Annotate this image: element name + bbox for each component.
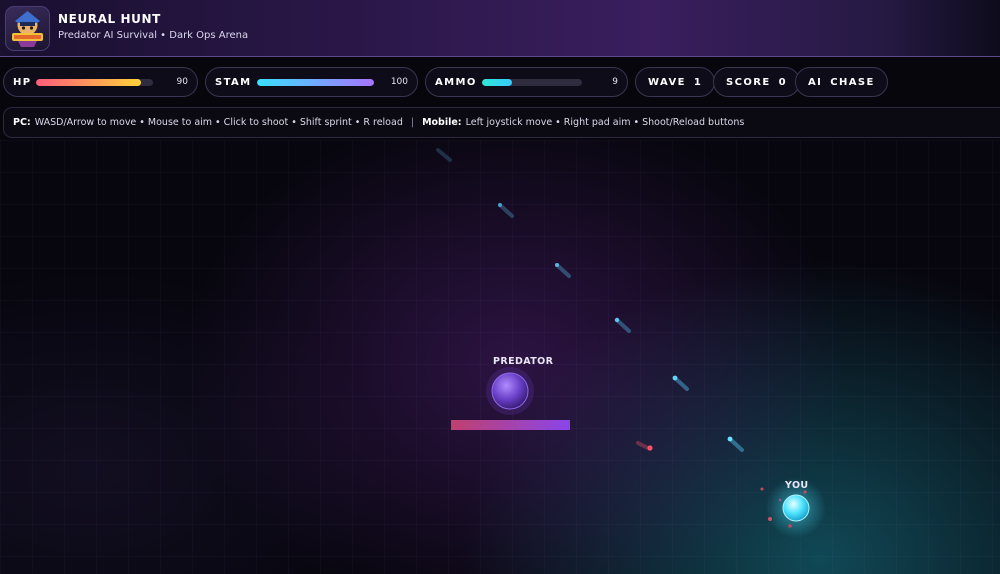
controls-hint: PC: WASD/Arrow to move • Mouse to aim • … bbox=[3, 107, 1000, 138]
predator-enemy bbox=[486, 367, 534, 415]
hp-label: HP bbox=[13, 76, 32, 88]
controls-separator: | bbox=[410, 117, 415, 128]
pc-controls-text: WASD/Arrow to move • Mouse to aim • Clic… bbox=[34, 117, 403, 128]
stamina-label: STAM bbox=[215, 76, 252, 88]
score-value: 0 bbox=[778, 76, 787, 88]
bullet-trail bbox=[555, 263, 571, 278]
hp-value: 90 bbox=[176, 77, 188, 87]
bullet-trail bbox=[727, 436, 744, 452]
mobile-controls-label: Mobile: bbox=[422, 117, 462, 128]
ammo-label: AMMO bbox=[435, 76, 477, 88]
bullet-trail bbox=[672, 375, 689, 391]
hp-bar-fill bbox=[36, 79, 142, 86]
score-label: SCORE bbox=[726, 76, 771, 88]
ai-label: AI bbox=[808, 76, 823, 88]
ammo-value: 9 bbox=[612, 77, 618, 87]
pc-controls-label: PC: bbox=[13, 117, 31, 128]
hunter-badge-logo bbox=[5, 6, 50, 51]
ammo-bar-fill bbox=[482, 79, 512, 86]
hp-bar-track bbox=[36, 79, 153, 86]
stamina-meter: STAM 100 bbox=[205, 67, 418, 97]
wave-value: 1 bbox=[693, 76, 703, 88]
stamina-bar-fill bbox=[257, 79, 374, 86]
game-arena[interactable]: PREDATOR YOU bbox=[0, 140, 1000, 574]
ammo-bar-track bbox=[482, 79, 582, 86]
ammo-meter: AMMO 9 bbox=[425, 67, 628, 97]
app-subtitle: Predator AI Survival • Dark Ops Arena bbox=[58, 30, 249, 41]
mobile-controls-text: Left joystick move • Right pad aim • Sho… bbox=[465, 117, 745, 128]
stamina-value: 100 bbox=[390, 77, 408, 87]
predator-label: PREDATOR bbox=[493, 356, 554, 367]
bullet-trail bbox=[436, 148, 514, 218]
predator-health-bar bbox=[451, 420, 570, 430]
ai-state-indicator: AI CHASE bbox=[795, 67, 888, 97]
app-title: NEURAL HUNT bbox=[58, 12, 161, 26]
hp-meter: HP 90 bbox=[3, 67, 198, 97]
player-label: YOU bbox=[785, 480, 809, 491]
bullet-trail bbox=[614, 317, 631, 333]
wave-counter: WAVE 1 bbox=[635, 67, 716, 97]
ai-state-value: CHASE bbox=[830, 76, 875, 88]
stamina-bar-track bbox=[257, 79, 374, 86]
app-header: NEURAL HUNT Predator AI Survival • Dark … bbox=[0, 0, 1000, 57]
enemy-projectile bbox=[636, 441, 653, 451]
wave-label: WAVE bbox=[648, 76, 686, 88]
score-counter: SCORE 0 bbox=[713, 67, 800, 97]
